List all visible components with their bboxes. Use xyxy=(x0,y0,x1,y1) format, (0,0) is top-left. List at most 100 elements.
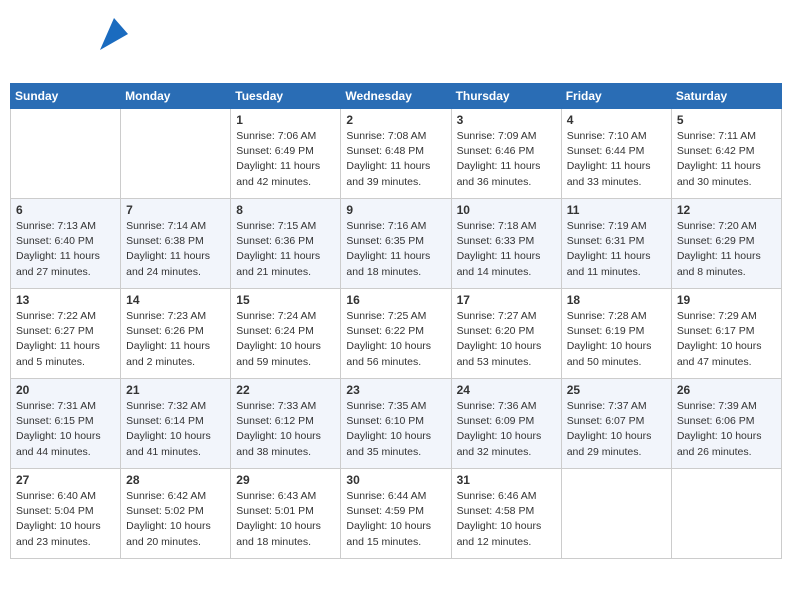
day-header-monday: Monday xyxy=(121,84,231,109)
cell-line: Daylight: 10 hours xyxy=(236,519,335,534)
cell-line: and 41 minutes. xyxy=(126,445,225,460)
page-header xyxy=(10,10,782,75)
cell-line: Sunrise: 7:16 AM xyxy=(346,219,445,234)
day-number: 27 xyxy=(16,473,115,487)
calendar-cell: 8Sunrise: 7:15 AMSunset: 6:36 PMDaylight… xyxy=(231,199,341,289)
cell-line: and 15 minutes. xyxy=(346,535,445,550)
cell-line: Daylight: 10 hours xyxy=(457,519,556,534)
calendar-cell: 18Sunrise: 7:28 AMSunset: 6:19 PMDayligh… xyxy=(561,289,671,379)
calendar-cell: 4Sunrise: 7:10 AMSunset: 6:44 PMDaylight… xyxy=(561,109,671,199)
calendar-cell: 16Sunrise: 7:25 AMSunset: 6:22 PMDayligh… xyxy=(341,289,451,379)
cell-content: Sunrise: 7:31 AMSunset: 6:15 PMDaylight:… xyxy=(16,399,115,460)
cell-line: Sunset: 6:40 PM xyxy=(16,234,115,249)
day-number: 13 xyxy=(16,293,115,307)
cell-line: and 20 minutes. xyxy=(126,535,225,550)
cell-line: Sunset: 6:33 PM xyxy=(457,234,556,249)
day-number: 23 xyxy=(346,383,445,397)
cell-line: and 47 minutes. xyxy=(677,355,776,370)
cell-line: Sunset: 6:20 PM xyxy=(457,324,556,339)
calendar-week-row: 13Sunrise: 7:22 AMSunset: 6:27 PMDayligh… xyxy=(11,289,782,379)
cell-content: Sunrise: 6:40 AMSunset: 5:04 PMDaylight:… xyxy=(16,489,115,550)
cell-line: Daylight: 10 hours xyxy=(567,429,666,444)
cell-line: Daylight: 10 hours xyxy=(346,339,445,354)
cell-content: Sunrise: 6:42 AMSunset: 5:02 PMDaylight:… xyxy=(126,489,225,550)
cell-line: and 12 minutes. xyxy=(457,535,556,550)
cell-line: Daylight: 11 hours xyxy=(677,159,776,174)
cell-content: Sunrise: 7:08 AMSunset: 6:48 PMDaylight:… xyxy=(346,129,445,190)
cell-content: Sunrise: 7:06 AMSunset: 6:49 PMDaylight:… xyxy=(236,129,335,190)
calendar-cell: 26Sunrise: 7:39 AMSunset: 6:06 PMDayligh… xyxy=(671,379,781,469)
cell-line: and 30 minutes. xyxy=(677,175,776,190)
cell-line: Daylight: 11 hours xyxy=(236,159,335,174)
cell-line: Sunset: 6:42 PM xyxy=(677,144,776,159)
calendar-cell: 28Sunrise: 6:42 AMSunset: 5:02 PMDayligh… xyxy=(121,469,231,559)
cell-line: Sunrise: 6:43 AM xyxy=(236,489,335,504)
calendar-cell: 10Sunrise: 7:18 AMSunset: 6:33 PMDayligh… xyxy=(451,199,561,289)
day-header-wednesday: Wednesday xyxy=(341,84,451,109)
cell-line: Sunset: 6:29 PM xyxy=(677,234,776,249)
cell-line: Sunrise: 7:24 AM xyxy=(236,309,335,324)
cell-line: Daylight: 10 hours xyxy=(677,339,776,354)
cell-line: and 11 minutes. xyxy=(567,265,666,280)
cell-line: and 26 minutes. xyxy=(677,445,776,460)
cell-line: Daylight: 11 hours xyxy=(16,339,115,354)
calendar-cell: 15 Sunrise: 7:24 AMSunset: 6:24 PMDayligh… xyxy=(231,289,341,379)
calendar-cell: 31Sunrise: 6:46 AMSunset: 4:58 PMDayligh… xyxy=(451,469,561,559)
calendar-cell: 24 Sunrise: 7:36 AMSunset: 6:09 PMDayligh… xyxy=(451,379,561,469)
cell-content: Sunrise: 7:36 AMSunset: 6:09 PMDaylight:… xyxy=(457,399,556,460)
cell-line: Sunset: 6:24 PM xyxy=(236,324,335,339)
cell-line: Sunrise: 7:22 AM xyxy=(16,309,115,324)
cell-line: Sunset: 6:07 PM xyxy=(567,414,666,429)
day-number: 30 xyxy=(346,473,445,487)
calendar-cell: 3Sunrise: 7:09 AMSunset: 6:46 PMDaylight… xyxy=(451,109,561,199)
cell-line: Sunrise: 7:18 AM xyxy=(457,219,556,234)
cell-line: Daylight: 10 hours xyxy=(16,519,115,534)
cell-line: and 24 minutes. xyxy=(126,265,225,280)
cell-line: Sunrise: 7:29 AM xyxy=(677,309,776,324)
calendar-cell: 22Sunrise: 7:33 AMSunset: 6:12 PMDayligh… xyxy=(231,379,341,469)
cell-line: Sunrise: 7:36 AM xyxy=(457,399,556,414)
cell-line: Sunset: 4:58 PM xyxy=(457,504,556,519)
cell-line: Sunset: 6:22 PM xyxy=(346,324,445,339)
cell-line: Sunrise: 7:27 AM xyxy=(457,309,556,324)
cell-line: and 18 minutes. xyxy=(346,265,445,280)
logo-arrow-icon xyxy=(100,18,128,50)
calendar-cell: 13 Sunrise: 7:22 AMSunset: 6:27 PMDayligh… xyxy=(11,289,121,379)
cell-line: Sunset: 6:09 PM xyxy=(457,414,556,429)
calendar-cell: 1Sunrise: 7:06 AMSunset: 6:49 PMDaylight… xyxy=(231,109,341,199)
cell-line: Daylight: 10 hours xyxy=(16,429,115,444)
cell-line: and 21 minutes. xyxy=(236,265,335,280)
cell-content: Sunrise: 7:15 AMSunset: 6:36 PMDaylight:… xyxy=(236,219,335,280)
calendar-cell xyxy=(671,469,781,559)
cell-line: Sunrise: 7:09 AM xyxy=(457,129,556,144)
day-number: 11 xyxy=(567,203,666,217)
cell-line: and 32 minutes. xyxy=(457,445,556,460)
cell-line: and 36 minutes. xyxy=(457,175,556,190)
calendar-week-row: 27 Sunrise: 6:40 AMSunset: 5:04 PMDayligh… xyxy=(11,469,782,559)
cell-line: Sunrise: 7:39 AM xyxy=(677,399,776,414)
calendar-cell: 14Sunrise: 7:23 AMSunset: 6:26 PMDayligh… xyxy=(121,289,231,379)
calendar-week-row: 6Sunrise: 7:13 AMSunset: 6:40 PMDaylight… xyxy=(11,199,782,289)
cell-line: Sunset: 6:17 PM xyxy=(677,324,776,339)
calendar-cell: 11Sunrise: 7:19 AMSunset: 6:31 PMDayligh… xyxy=(561,199,671,289)
cell-line: and 5 minutes. xyxy=(16,355,115,370)
calendar-cell: 25Sunrise: 7:37 AMSunset: 6:07 PMDayligh… xyxy=(561,379,671,469)
day-number: 16 xyxy=(346,293,445,307)
cell-line: Sunrise: 7:10 AM xyxy=(567,129,666,144)
cell-line: Sunrise: 7:32 AM xyxy=(126,399,225,414)
day-number: 4 xyxy=(567,113,666,127)
cell-content: Sunrise: 6:43 AMSunset: 5:01 PMDaylight:… xyxy=(236,489,335,550)
cell-line: Sunset: 6:12 PM xyxy=(236,414,335,429)
day-number: 24 xyxy=(457,383,556,397)
day-header-sunday: Sunday xyxy=(11,84,121,109)
day-header-friday: Friday xyxy=(561,84,671,109)
day-number: 15 xyxy=(236,293,335,307)
day-number: 14 xyxy=(126,293,225,307)
cell-line: and 44 minutes. xyxy=(16,445,115,460)
calendar-header-row: SundayMondayTuesdayWednesdayThursdayFrid… xyxy=(11,84,782,109)
cell-line: Daylight: 11 hours xyxy=(457,159,556,174)
calendar-cell: 5Sunrise: 7:11 AMSunset: 6:42 PMDaylight… xyxy=(671,109,781,199)
cell-line: and 59 minutes. xyxy=(236,355,335,370)
cell-line: Daylight: 10 hours xyxy=(236,339,335,354)
cell-line: Sunset: 6:27 PM xyxy=(16,324,115,339)
